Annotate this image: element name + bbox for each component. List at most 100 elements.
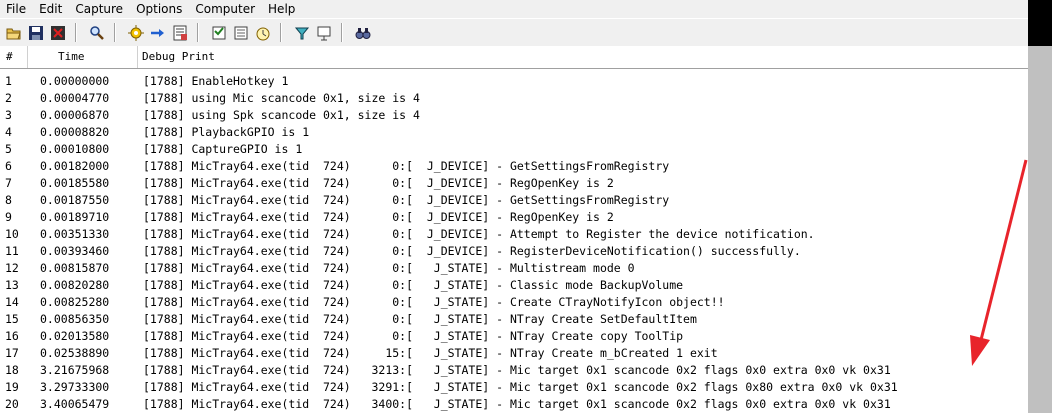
row-debug-print: [1788] MicTray64.exe(tid 724) 3213:[ J_S…	[143, 363, 891, 377]
row-debug-print: [1788] EnableHotkey 1	[143, 74, 289, 88]
row-number: 13	[5, 278, 19, 292]
row-time: 0.00187550	[40, 193, 110, 207]
toolbar-separator	[341, 23, 343, 42]
row-time: 0.00393460	[40, 244, 110, 258]
menu-options[interactable]: Options	[129, 0, 188, 18]
row-time: 3.21675968	[40, 363, 110, 377]
table-row[interactable]: 1 0.00000000 [1788] EnableHotkey 1	[0, 73, 1028, 90]
row-number: 16	[5, 329, 19, 343]
toolbar-separator	[75, 23, 77, 42]
row-debug-print: [1788] MicTray64.exe(tid 724) 0:[ J_DEVI…	[143, 244, 801, 258]
menu-capture[interactable]: Capture	[68, 0, 129, 18]
row-debug-print: [1788] MicTray64.exe(tid 724) 0:[ J_DEVI…	[143, 176, 614, 190]
column-time[interactable]: Time	[28, 46, 138, 68]
table-row[interactable]: 12 0.00815870 [1788] MicTray64.exe(tid 724…	[0, 260, 1028, 277]
row-time: 0.00010800	[40, 142, 110, 156]
row-number: 11	[5, 244, 19, 258]
row-time: 0.00182000	[40, 159, 110, 173]
toolbar-separator	[197, 23, 199, 42]
table-row[interactable]: 17 0.02538890 [1788] MicTray64.exe(tid 724…	[0, 345, 1028, 362]
row-debug-print: [1788] MicTray64.exe(tid 724) 0:[ J_STAT…	[143, 295, 725, 309]
search-icon[interactable]	[355, 25, 371, 41]
table-row[interactable]: 4 0.00008820 [1788] PlaybackGPIO is 1	[0, 124, 1028, 141]
table-row[interactable]: 10 0.00351330 [1788] MicTray64.exe(tid 724…	[0, 226, 1028, 243]
filter-icon[interactable]	[211, 25, 227, 41]
row-number: 2	[5, 91, 12, 105]
open-icon[interactable]	[6, 25, 22, 41]
menu-computer[interactable]: Computer	[188, 0, 261, 18]
menu-edit[interactable]: Edit	[32, 0, 68, 18]
exit-icon[interactable]	[50, 25, 66, 41]
row-number: 4	[5, 125, 12, 139]
toolbar	[0, 18, 1028, 47]
row-debug-print: [1788] MicTray64.exe(tid 724) 0:[ J_DEVI…	[143, 193, 670, 207]
row-time: 0.00856350	[40, 312, 110, 326]
row-debug-print: [1788] using Spk scancode 0x1, size is 4	[143, 108, 420, 122]
table-row[interactable]: 5 0.00010800 [1788] CaptureGPIO is 1	[0, 141, 1028, 158]
history-icon[interactable]	[294, 25, 310, 41]
autoscroll-icon[interactable]	[150, 25, 166, 41]
row-number: 10	[5, 227, 19, 241]
table-row[interactable]: 9 0.00189710 [1788] MicTray64.exe(tid 724)…	[0, 209, 1028, 226]
column-header: # Time Debug Print	[0, 46, 1028, 69]
timestamp-icon[interactable]	[255, 25, 271, 41]
column-number[interactable]: #	[0, 46, 28, 68]
row-time: 0.00189710	[40, 210, 110, 224]
menu-bar: File Edit Capture Options Computer Help	[0, 0, 1028, 18]
row-number: 17	[5, 346, 19, 360]
properties-icon[interactable]	[316, 25, 332, 41]
row-debug-print: [1788] MicTray64.exe(tid 724) 0:[ J_STAT…	[143, 329, 684, 343]
row-debug-print: [1788] MicTray64.exe(tid 724) 15:[ J_STA…	[143, 346, 718, 360]
menu-help[interactable]: Help	[261, 0, 301, 18]
row-debug-print: [1788] MicTray64.exe(tid 724) 0:[ J_STAT…	[143, 312, 697, 326]
table-row[interactable]: 16 0.02013580 [1788] MicTray64.exe(tid 724…	[0, 328, 1028, 345]
capture-icon[interactable]	[128, 24, 144, 41]
table-row[interactable]: 8 0.00187550 [1788] MicTray64.exe(tid 724)…	[0, 192, 1028, 209]
save-icon[interactable]	[28, 25, 44, 41]
table-row[interactable]: 11 0.00393460 [1788] MicTray64.exe(tid 724…	[0, 243, 1028, 260]
row-time: 0.02538890	[40, 346, 110, 360]
clear-icon[interactable]	[172, 25, 188, 41]
row-time: 3.29733300	[40, 380, 110, 394]
scrollbar[interactable]	[1028, 46, 1052, 413]
row-number: 3	[5, 108, 12, 122]
column-debug-print[interactable]: Debug Print	[138, 46, 1028, 68]
row-time: 0.00006870	[40, 108, 110, 122]
row-number: 19	[5, 380, 19, 394]
row-time: 0.00000000	[40, 74, 110, 88]
toolbar-separator	[280, 23, 282, 42]
row-number: 15	[5, 312, 19, 326]
row-number: 18	[5, 363, 19, 377]
row-time: 0.00185580	[40, 176, 110, 190]
toolbar-separator	[114, 23, 116, 42]
row-number: 5	[5, 142, 12, 156]
menu-file[interactable]: File	[0, 0, 32, 18]
table-row[interactable]: 7 0.00185580 [1788] MicTray64.exe(tid 724)…	[0, 175, 1028, 192]
row-debug-print: [1788] MicTray64.exe(tid 724) 3291:[ J_S…	[143, 380, 898, 394]
table-row[interactable]: 18 3.21675968 [1788] MicTray64.exe(tid 724…	[0, 362, 1028, 379]
row-debug-print: [1788] MicTray64.exe(tid 724) 0:[ J_DEVI…	[143, 227, 815, 241]
row-time: 0.00351330	[40, 227, 110, 241]
table-row[interactable]: 13 0.00820280 [1788] MicTray64.exe(tid 724…	[0, 277, 1028, 294]
row-time: 0.02013580	[40, 329, 110, 343]
find-icon[interactable]	[89, 25, 105, 41]
row-number: 6	[5, 159, 12, 173]
window-edge	[1028, 0, 1052, 46]
row-debug-print: [1788] CaptureGPIO is 1	[143, 142, 303, 156]
row-time: 0.00825280	[40, 295, 110, 309]
row-number: 8	[5, 193, 12, 207]
row-debug-print: [1788] using Mic scancode 0x1, size is 4	[143, 91, 420, 105]
debug-output-list[interactable]: # Time Debug Print 1 0.00000000 [1788] Ena…	[0, 46, 1028, 413]
row-time: 0.00815870	[40, 261, 110, 275]
table-row[interactable]: 19 3.29733300 [1788] MicTray64.exe(tid 724…	[0, 379, 1028, 396]
table-row[interactable]: 2 0.00004770 [1788] using Mic scancode 0x1…	[0, 90, 1028, 107]
table-row[interactable]: 14 0.00825280 [1788] MicTray64.exe(tid 724…	[0, 294, 1028, 311]
row-debug-print: [1788] MicTray64.exe(tid 724) 0:[ J_STAT…	[143, 278, 684, 292]
table-row[interactable]: 20 3.40065479 [1788] MicTray64.exe(tid 724…	[0, 396, 1028, 413]
table-row[interactable]: 15 0.00856350 [1788] MicTray64.exe(tid 724…	[0, 311, 1028, 328]
row-number: 9	[5, 210, 12, 224]
row-number: 7	[5, 176, 12, 190]
table-row[interactable]: 3 0.00006870 [1788] using Spk scancode 0x1…	[0, 107, 1028, 124]
highlight-icon[interactable]	[233, 25, 249, 41]
table-row[interactable]: 6 0.00182000 [1788] MicTray64.exe(tid 724)…	[0, 158, 1028, 175]
